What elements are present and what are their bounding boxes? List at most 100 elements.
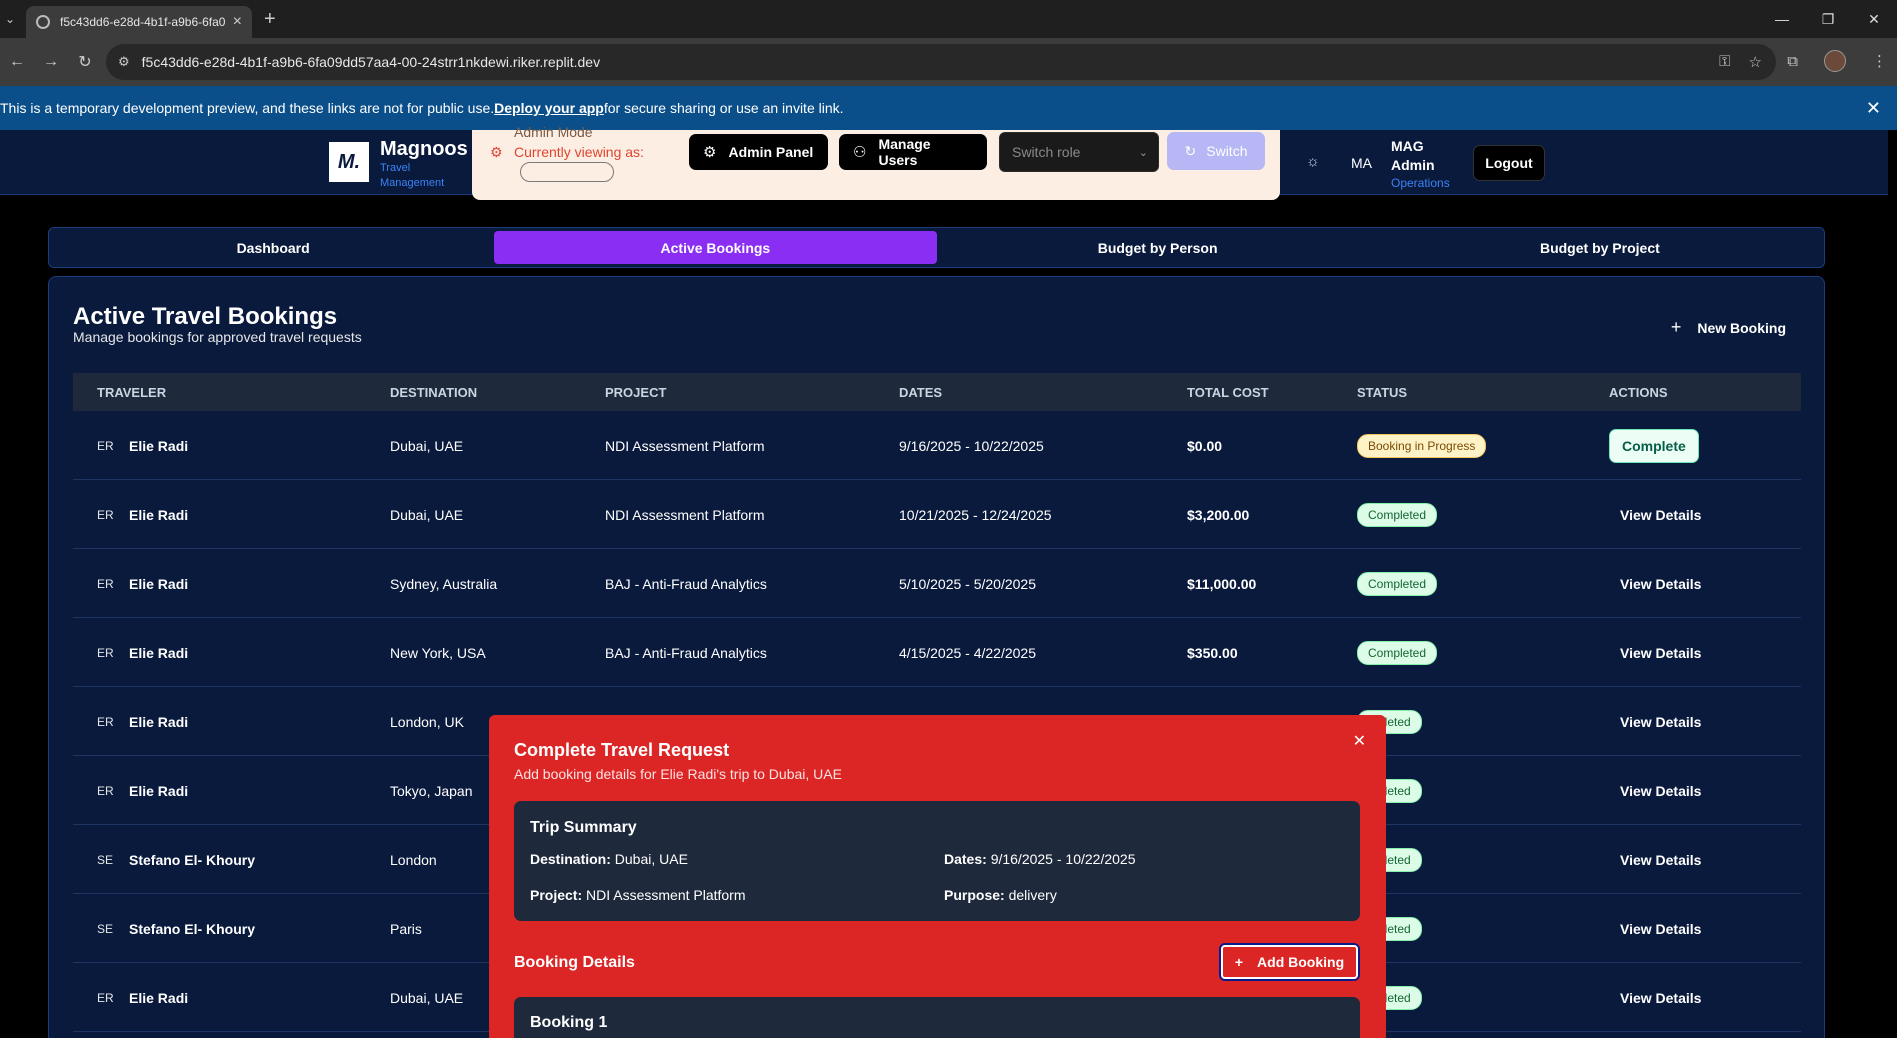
- tab-dashboard[interactable]: Dashboard: [52, 231, 494, 264]
- back-arrow-icon[interactable]: ←: [0, 53, 34, 71]
- browser-tab-title: f5c43dd6-e28d-4b1f-a9b6-6fa0: [60, 15, 225, 29]
- trip-project: Project: NDI Assessment Platform: [530, 887, 746, 903]
- booking-details-title: Booking Details: [514, 954, 635, 971]
- destination: Sydney, Australia: [390, 575, 498, 592]
- user-name-line2: Admin: [1391, 157, 1435, 173]
- magnoos-logo: M.: [329, 142, 369, 182]
- dev-preview-banner: This is a temporary development preview,…: [0, 86, 1897, 130]
- column-header-total-cost: TOTAL COST: [1187, 384, 1269, 400]
- restore-icon[interactable]: ❐: [1805, 0, 1851, 38]
- traveler-initials: ER: [97, 507, 114, 522]
- view-details-link[interactable]: View Details: [1620, 921, 1701, 937]
- modal-title: Complete Travel Request: [514, 740, 730, 760]
- user-avatar-initials: MA: [1351, 155, 1372, 171]
- traveler-name: Stefano El- Khoury: [129, 851, 256, 868]
- status-badge: Completed: [1357, 502, 1438, 527]
- view-details-link[interactable]: View Details: [1620, 507, 1701, 523]
- switch-label: Switch: [1206, 143, 1248, 159]
- profile-avatar[interactable]: [1824, 50, 1846, 72]
- total-cost: $3,200.00: [1187, 506, 1250, 523]
- traveler-name: Elie Radi: [129, 782, 189, 799]
- total-cost: $0.00: [1187, 437, 1223, 454]
- status-cell: Completed: [1357, 618, 1438, 687]
- actions-cell: View Details: [1620, 825, 1701, 894]
- admin-mode-label: Admin Mode: [514, 124, 593, 140]
- total-cost: $11,000.00: [1187, 575, 1257, 592]
- add-booking-button[interactable]: + Add Booking: [1219, 943, 1360, 981]
- tab-list-chevron-icon[interactable]: ⌄: [0, 0, 20, 38]
- booking-1-box: Booking 1: [514, 997, 1360, 1038]
- tab-budget-by-person[interactable]: Budget by Person: [937, 231, 1379, 264]
- globe-icon: [36, 15, 50, 29]
- admin-panel-button[interactable]: ⚙ Admin Panel: [689, 134, 828, 170]
- minimize-icon[interactable]: —: [1759, 0, 1805, 38]
- dates-value: 9/16/2025 - 10/22/2025: [990, 851, 1136, 867]
- close-icon[interactable]: ✕: [1353, 731, 1366, 751]
- extensions-puzzle-icon[interactable]: ⧉: [1787, 53, 1798, 70]
- traveler-initials: SE: [97, 852, 114, 867]
- sun-theme-icon[interactable]: ☼: [1306, 153, 1320, 170]
- dates: 10/21/2025 - 12/24/2025: [899, 506, 1052, 523]
- chevron-down-icon: ⌄: [1138, 146, 1148, 159]
- status-badge: Completed: [1357, 571, 1438, 596]
- purpose-value: delivery: [1008, 887, 1057, 903]
- reload-icon[interactable]: ↻: [68, 52, 102, 72]
- column-header-status: STATUS: [1357, 384, 1408, 400]
- table-row: ER Elie Radi Dubai, UAE NDI Assessment Plat…: [73, 411, 1801, 480]
- logout-button[interactable]: Logout: [1473, 145, 1545, 181]
- new-tab-plus-icon[interactable]: +: [264, 8, 276, 31]
- total-cost: $350.00: [1187, 644, 1238, 661]
- tab-budget-by-project[interactable]: Budget by Project: [1379, 231, 1821, 264]
- close-icon[interactable]: ×: [233, 13, 242, 31]
- actions-cell: View Details: [1620, 480, 1701, 549]
- url-text: f5c43dd6-e28d-4b1f-a9b6-6fa09dd57aa4-00-…: [141, 54, 601, 70]
- project-label: Project:: [530, 887, 583, 903]
- table-row: ER Elie Radi New York, USA BAJ - Anti-Fraud…: [73, 618, 1801, 687]
- dates: 5/10/2025 - 5/20/2025: [899, 575, 1037, 592]
- view-details-link[interactable]: View Details: [1620, 645, 1701, 661]
- manage-users-button[interactable]: ⚇ Manage Users: [839, 134, 987, 170]
- trip-summary-box: Trip Summary Destination: Dubai, UAE Dat…: [514, 801, 1360, 921]
- destination-value: Dubai, UAE: [614, 851, 688, 867]
- new-booking-button[interactable]: + New Booking: [1671, 317, 1786, 338]
- plus-icon: +: [1234, 954, 1244, 970]
- password-key-icon[interactable]: ⚿: [1719, 53, 1730, 71]
- traveler-initials: ER: [97, 714, 114, 729]
- tab-active-bookings[interactable]: Active Bookings: [494, 231, 937, 264]
- table-header: TRAVELER DESTINATION PROJECT DATES TOTAL…: [73, 373, 1801, 411]
- bookmark-star-icon[interactable]: ☆: [1749, 53, 1762, 71]
- status-badge: Booking in Progress: [1357, 433, 1487, 458]
- traveler-initials: ER: [97, 438, 114, 453]
- dates-label: Dates:: [944, 851, 987, 867]
- browser-toolbar: ← → ↻ ⚙ f5c43dd6-e28d-4b1f-a9b6-6fa09dd5…: [0, 38, 1897, 86]
- brand-name: Magnoos: [380, 138, 468, 160]
- site-settings-icon[interactable]: ⚙: [118, 54, 130, 70]
- project: BAJ - Anti-Fraud Analytics: [605, 644, 767, 661]
- actions-cell: View Details: [1620, 618, 1701, 687]
- menu-kebab-icon[interactable]: ⋮: [1872, 52, 1887, 70]
- address-bar[interactable]: ⚙ f5c43dd6-e28d-4b1f-a9b6-6fa09dd57aa4-0…: [106, 44, 1776, 80]
- project: NDI Assessment Platform: [605, 506, 765, 523]
- traveler-initials: SE: [97, 921, 114, 936]
- banner-text-before: This is a temporary development preview,…: [0, 100, 495, 116]
- window-close-icon[interactable]: ✕: [1851, 0, 1897, 38]
- column-header-destination: DESTINATION: [390, 384, 478, 400]
- destination: Tokyo, Japan: [390, 782, 473, 799]
- view-details-link[interactable]: View Details: [1620, 852, 1701, 868]
- complete-button[interactable]: Complete: [1609, 428, 1699, 463]
- forward-arrow-icon[interactable]: →: [34, 53, 68, 71]
- traveler-initials: ER: [97, 990, 114, 1005]
- view-details-link[interactable]: View Details: [1620, 990, 1701, 1006]
- view-details-link[interactable]: View Details: [1620, 783, 1701, 799]
- deploy-app-link[interactable]: Deploy your app: [494, 100, 604, 116]
- view-details-link[interactable]: View Details: [1620, 576, 1701, 592]
- table-row: ER Elie Radi Sydney, Australia BAJ - Anti-F…: [73, 549, 1801, 618]
- browser-tabbar: ⌄ f5c43dd6-e28d-4b1f-a9b6-6fa0 × + — ❐ ✕: [0, 0, 1897, 38]
- banner-close-icon[interactable]: ✕: [1866, 98, 1881, 119]
- browser-tab[interactable]: f5c43dd6-e28d-4b1f-a9b6-6fa0 ×: [26, 6, 252, 38]
- switch-button[interactable]: ↻ Switch: [1167, 132, 1265, 170]
- view-details-link[interactable]: View Details: [1620, 714, 1701, 730]
- page-subtitle: Manage bookings for approved travel requ…: [73, 329, 362, 345]
- actions-cell: View Details: [1620, 756, 1701, 825]
- switch-role-select[interactable]: Switch role ⌄: [999, 132, 1159, 172]
